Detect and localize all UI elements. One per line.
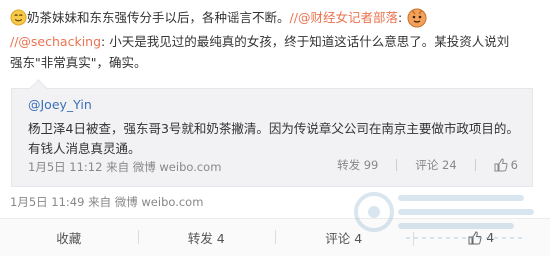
quoted-post: @Joey_Yin 杨卫泽4日被查，强东哥3号就和奶茶撇清。因为传说章父公司在南… [11, 88, 533, 187]
favorite-button[interactable]: 收藏 [0, 228, 138, 247]
quoted-author-link[interactable]: @Joey_Yin [28, 97, 92, 112]
post-text-2: : 小天是我见过的最纯真的女孩，终于知道这话什么意思了。某投资人说刘 [101, 34, 509, 49]
smile-emoji-icon [10, 9, 27, 26]
quoted-stats: 转发 99 评论 24 6 [337, 157, 518, 173]
post-line-2: //@sechacking: 小天是我见过的最纯真的女孩，终于知道这话什么意思了… [10, 32, 509, 52]
weibo-post: 奶茶妹妹和东东强传分手以后，各种谣言不断。//@财经女记者部落: //@sech… [0, 0, 550, 255]
quoted-timestamp[interactable]: 1月5日 11:12 来自 微博 weibo.com [28, 159, 221, 175]
like-button[interactable]: 4 [413, 230, 550, 245]
quoted-like-count: 6 [511, 158, 518, 172]
divider [475, 159, 476, 171]
mention-link-sechacking[interactable]: //@sechacking [10, 34, 101, 49]
quoted-comment-label: 评论 24 [415, 157, 456, 173]
quoted-text: 杨卫泽4日被查，强东哥3号就和奶茶撇清。因为传说章父公司在南京主要做市政项目的。… [28, 119, 528, 159]
thumbs-up-icon [468, 231, 482, 245]
post-text-3: 强东"非常真实"，确实。 [10, 55, 147, 70]
favorite-label: 收藏 [56, 228, 81, 247]
comment-label: 评论 4 [325, 228, 362, 247]
quoted-repost-label: 转发 99 [337, 157, 378, 173]
repost-button[interactable]: 转发 4 [138, 228, 276, 247]
post-timestamp[interactable]: 1月5日 11:49 来自 微博 weibo.com [10, 194, 203, 210]
repost-label: 转发 4 [188, 228, 225, 247]
mention-link-finance-reporter[interactable]: //@财经女记者部落 [290, 10, 398, 25]
quoted-like-button[interactable]: 6 [494, 158, 518, 172]
comment-button[interactable]: 评论 4 [275, 228, 413, 247]
quote-arrow [29, 79, 47, 97]
post-line-3: 强东"非常真实"，确实。 [10, 53, 147, 73]
quoted-comment-button[interactable]: 评论 24 [415, 157, 456, 173]
divider [396, 159, 397, 171]
action-bar: 收藏 转发 4 评论 4 4 [0, 218, 550, 256]
cartoon-emoji-icon [406, 6, 428, 28]
colon: : [398, 10, 402, 25]
like-count: 4 [486, 230, 494, 245]
quoted-repost-button[interactable]: 转发 99 [337, 157, 378, 173]
post-text-1: 奶茶妹妹和东东强传分手以后，各种谣言不断。 [27, 10, 290, 25]
thumbs-up-icon [494, 158, 508, 172]
post-line-1: 奶茶妹妹和东东强传分手以后，各种谣言不断。//@财经女记者部落: [10, 6, 428, 28]
